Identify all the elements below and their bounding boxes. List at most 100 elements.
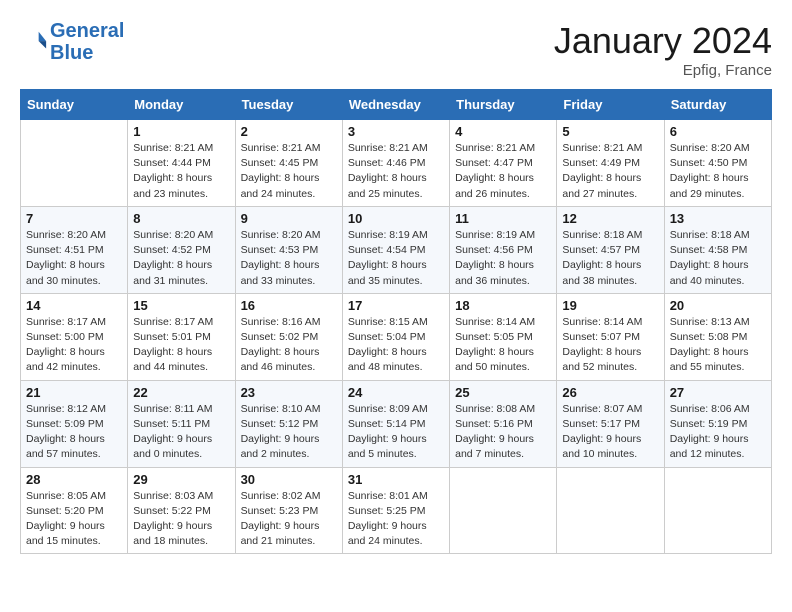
calendar-cell: 25 Sunrise: 8:08 AM Sunset: 5:16 PM Dayli… — [450, 380, 557, 467]
day-info: Sunrise: 8:19 AM Sunset: 4:54 PM Dayligh… — [348, 228, 444, 289]
day-info: Sunrise: 8:11 AM Sunset: 5:11 PM Dayligh… — [133, 402, 229, 463]
calendar-cell: 24Sunrise: 8:09 AM Sunset: 5:14 PM Dayli… — [342, 380, 449, 467]
page-header: General Blue January 2024 Epfig, France — [20, 20, 772, 79]
day-info: Sunrise: 8:20 AM Sunset: 4:51 PM Dayligh… — [26, 228, 122, 289]
calendar-table: SundayMondayTuesdayWednesdayThursdayFrid… — [20, 89, 772, 554]
day-info: Sunrise: 8:07 AM Sunset: 5:17 PM Dayligh… — [562, 402, 658, 463]
calendar-cell: 14 Sunrise: 8:17 AM Sunset: 5:00 PM Dayli… — [21, 293, 128, 380]
day-info: Sunrise: 8:19 AM Sunset: 4:56 PM Dayligh… — [455, 228, 551, 289]
logo-line1: General — [50, 20, 124, 42]
day-info: Sunrise: 8:03 AM Sunset: 5:22 PM Dayligh… — [133, 489, 229, 550]
day-info: Sunrise: 8:01 AM Sunset: 5:25 PM Dayligh… — [348, 489, 444, 550]
day-info: Sunrise: 8:20 AM Sunset: 4:53 PM Dayligh… — [241, 228, 337, 289]
calendar-cell: 21 Sunrise: 8:12 AM Sunset: 5:09 PM Dayli… — [21, 380, 128, 467]
day-number: 4 — [455, 124, 551, 139]
day-number: 8 — [133, 211, 229, 226]
logo-line2: Blue — [50, 42, 124, 64]
day-info: Sunrise: 8:20 AM Sunset: 4:52 PM Dayligh… — [133, 228, 229, 289]
day-number: 1 — [133, 124, 229, 139]
day-number: 28 — [26, 472, 122, 487]
calendar-cell: 8 Sunrise: 8:20 AM Sunset: 4:52 PM Daylig… — [128, 206, 235, 293]
day-number: 30 — [241, 472, 337, 487]
calendar-week-row: 28 Sunrise: 8:05 AM Sunset: 5:20 PM Dayli… — [21, 467, 772, 554]
day-number: 20 — [670, 298, 766, 313]
day-info: Sunrise: 8:06 AM Sunset: 5:19 PM Dayligh… — [670, 402, 766, 463]
calendar-cell: 12 Sunrise: 8:18 AM Sunset: 4:57 PM Dayli… — [557, 206, 664, 293]
day-number: 13 — [670, 211, 766, 226]
calendar-cell: 28 Sunrise: 8:05 AM Sunset: 5:20 PM Dayli… — [21, 467, 128, 554]
calendar-cell — [21, 120, 128, 207]
calendar-cell — [557, 467, 664, 554]
day-number: 9 — [241, 211, 337, 226]
weekday-header-row: SundayMondayTuesdayWednesdayThursdayFrid… — [21, 90, 772, 120]
calendar-cell: 22Sunrise: 8:11 AM Sunset: 5:11 PM Dayli… — [128, 380, 235, 467]
calendar-cell: 27 Sunrise: 8:06 AM Sunset: 5:19 PM Dayli… — [664, 380, 771, 467]
day-number: 11 — [455, 211, 551, 226]
calendar-week-row: 21 Sunrise: 8:12 AM Sunset: 5:09 PM Dayli… — [21, 380, 772, 467]
day-info: Sunrise: 8:13 AM Sunset: 5:08 PM Dayligh… — [670, 315, 766, 376]
calendar-cell: 16 Sunrise: 8:16 AM Sunset: 5:02 PM Dayli… — [235, 293, 342, 380]
day-info: Sunrise: 8:21 AM Sunset: 4:49 PM Dayligh… — [562, 141, 658, 202]
weekday-header-saturday: Saturday — [664, 90, 771, 120]
calendar-cell: 31 Sunrise: 8:01 AM Sunset: 5:25 PM Dayli… — [342, 467, 449, 554]
calendar-cell: 29 Sunrise: 8:03 AM Sunset: 5:22 PM Dayli… — [128, 467, 235, 554]
calendar-cell: 10 Sunrise: 8:19 AM Sunset: 4:54 PM Dayli… — [342, 206, 449, 293]
day-number: 27 — [670, 385, 766, 400]
day-info: Sunrise: 8:02 AM Sunset: 5:23 PM Dayligh… — [241, 489, 337, 550]
logo-icon — [20, 28, 48, 56]
day-info: Sunrise: 8:10 AM Sunset: 5:12 PM Dayligh… — [241, 402, 337, 463]
day-info: Sunrise: 8:05 AM Sunset: 5:20 PM Dayligh… — [26, 489, 122, 550]
day-info: Sunrise: 8:17 AM Sunset: 5:00 PM Dayligh… — [26, 315, 122, 376]
day-info: Sunrise: 8:21 AM Sunset: 4:44 PM Dayligh… — [133, 141, 229, 202]
calendar-week-row: 1 Sunrise: 8:21 AM Sunset: 4:44 PM Daylig… — [21, 120, 772, 207]
day-info: Sunrise: 8:15 AM Sunset: 5:04 PM Dayligh… — [348, 315, 444, 376]
day-number: 5 — [562, 124, 658, 139]
day-number: 21 — [26, 385, 122, 400]
day-info: Sunrise: 8:17 AM Sunset: 5:01 PM Dayligh… — [133, 315, 229, 376]
day-number: 17 — [348, 298, 444, 313]
calendar-week-row: 14 Sunrise: 8:17 AM Sunset: 5:00 PM Dayli… — [21, 293, 772, 380]
day-info: Sunrise: 8:08 AM Sunset: 5:16 PM Dayligh… — [455, 402, 551, 463]
calendar-cell: 11 Sunrise: 8:19 AM Sunset: 4:56 PM Dayli… — [450, 206, 557, 293]
day-info: Sunrise: 8:16 AM Sunset: 5:02 PM Dayligh… — [241, 315, 337, 376]
calendar-cell: 20 Sunrise: 8:13 AM Sunset: 5:08 PM Dayli… — [664, 293, 771, 380]
day-number: 26 — [562, 385, 658, 400]
weekday-header-sunday: Sunday — [21, 90, 128, 120]
day-number: 16 — [241, 298, 337, 313]
day-info: Sunrise: 8:20 AM Sunset: 4:50 PM Dayligh… — [670, 141, 766, 202]
day-number: 14 — [26, 298, 122, 313]
calendar-cell: 15 Sunrise: 8:17 AM Sunset: 5:01 PM Dayli… — [128, 293, 235, 380]
day-info: Sunrise: 8:14 AM Sunset: 5:07 PM Dayligh… — [562, 315, 658, 376]
calendar-cell: 13 Sunrise: 8:18 AM Sunset: 4:58 PM Dayli… — [664, 206, 771, 293]
calendar-cell: 2Sunrise: 8:21 AM Sunset: 4:45 PM Daylig… — [235, 120, 342, 207]
day-number: 15 — [133, 298, 229, 313]
day-number: 10 — [348, 211, 444, 226]
day-number: 29 — [133, 472, 229, 487]
calendar-cell: 18 Sunrise: 8:14 AM Sunset: 5:05 PM Dayli… — [450, 293, 557, 380]
day-info: Sunrise: 8:21 AM Sunset: 4:45 PM Dayligh… — [241, 141, 337, 202]
calendar-cell: 1 Sunrise: 8:21 AM Sunset: 4:44 PM Daylig… — [128, 120, 235, 207]
day-info: Sunrise: 8:18 AM Sunset: 4:57 PM Dayligh… — [562, 228, 658, 289]
day-number: 31 — [348, 472, 444, 487]
calendar-cell: 9 Sunrise: 8:20 AM Sunset: 4:53 PM Daylig… — [235, 206, 342, 293]
title-block: January 2024 Epfig, France — [554, 20, 772, 79]
day-info: Sunrise: 8:21 AM Sunset: 4:47 PM Dayligh… — [455, 141, 551, 202]
day-number: 6 — [670, 124, 766, 139]
logo: General Blue — [20, 20, 124, 64]
calendar-cell: 30 Sunrise: 8:02 AM Sunset: 5:23 PM Dayli… — [235, 467, 342, 554]
day-info: Sunrise: 8:14 AM Sunset: 5:05 PM Dayligh… — [455, 315, 551, 376]
weekday-header-friday: Friday — [557, 90, 664, 120]
calendar-cell: 23Sunrise: 8:10 AM Sunset: 5:12 PM Dayli… — [235, 380, 342, 467]
calendar-week-row: 7Sunrise: 8:20 AM Sunset: 4:51 PM Daylig… — [21, 206, 772, 293]
day-number: 25 — [455, 385, 551, 400]
day-info: Sunrise: 8:18 AM Sunset: 4:58 PM Dayligh… — [670, 228, 766, 289]
calendar-cell: 3Sunrise: 8:21 AM Sunset: 4:46 PM Daylig… — [342, 120, 449, 207]
weekday-header-wednesday: Wednesday — [342, 90, 449, 120]
day-number: 12 — [562, 211, 658, 226]
day-number: 19 — [562, 298, 658, 313]
weekday-header-monday: Monday — [128, 90, 235, 120]
day-info: Sunrise: 8:12 AM Sunset: 5:09 PM Dayligh… — [26, 402, 122, 463]
day-number: 18 — [455, 298, 551, 313]
day-number: 24 — [348, 385, 444, 400]
location: Epfig, France — [554, 62, 772, 79]
